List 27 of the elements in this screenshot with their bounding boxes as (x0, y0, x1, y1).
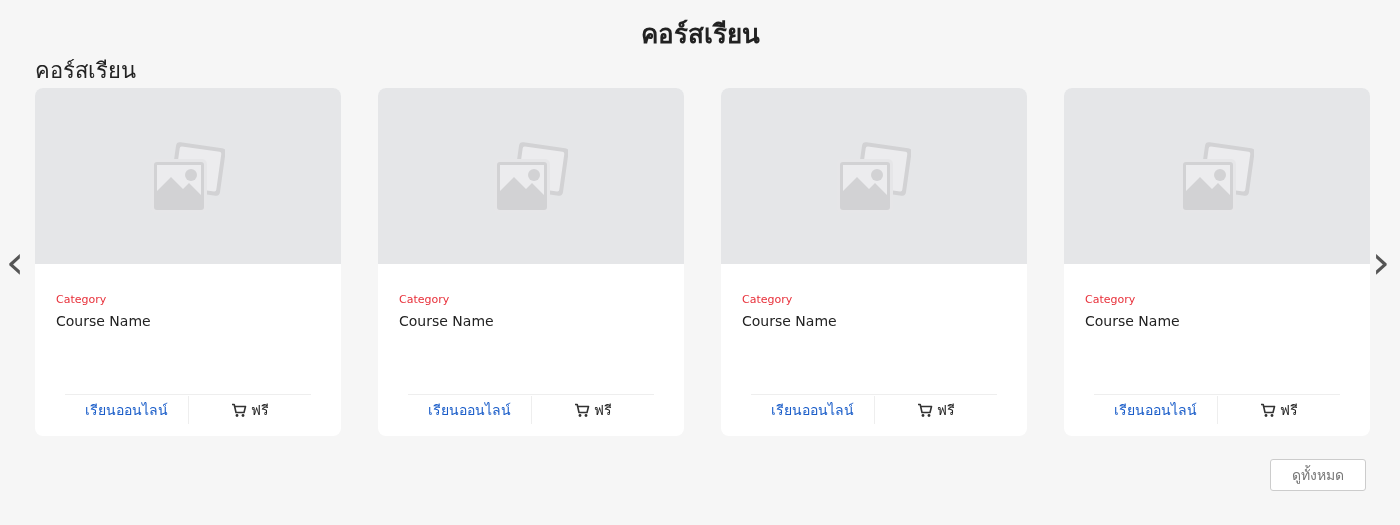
price-button[interactable]: ฟรี (873, 396, 997, 424)
cart-icon (1259, 402, 1276, 418)
price-button[interactable]: ฟรี (1216, 396, 1340, 424)
view-all-button[interactable]: ดูทั้งหมด (1270, 459, 1366, 491)
price-button[interactable]: ฟรี (187, 396, 311, 424)
course-category: Category (399, 293, 450, 306)
course-name: Course Name (399, 313, 494, 329)
course-name: Course Name (56, 313, 151, 329)
image-placeholder-icon (837, 139, 911, 213)
course-category: Category (1085, 293, 1136, 306)
learn-online-link[interactable]: เรียนออนไลน์ (408, 396, 531, 424)
page-title: คอร์สเรียน (639, 18, 761, 51)
cart-icon (916, 402, 933, 418)
cart-icon (230, 402, 247, 418)
image-placeholder-icon (1180, 139, 1254, 213)
section-heading: คอร์สเรียน (35, 57, 136, 85)
course-category: Category (56, 293, 107, 306)
price-button[interactable]: ฟรี (530, 396, 654, 424)
learn-online-link[interactable]: เรียนออนไลน์ (1094, 396, 1217, 424)
course-name: Course Name (742, 313, 837, 329)
cart-icon (573, 402, 590, 418)
course-name: Course Name (1085, 313, 1180, 329)
learn-online-link[interactable]: เรียนออนไลน์ (65, 396, 188, 424)
image-placeholder-icon (494, 139, 568, 213)
course-category: Category (742, 293, 793, 306)
learn-online-link[interactable]: เรียนออนไลน์ (751, 396, 874, 424)
image-placeholder-icon (151, 139, 225, 213)
